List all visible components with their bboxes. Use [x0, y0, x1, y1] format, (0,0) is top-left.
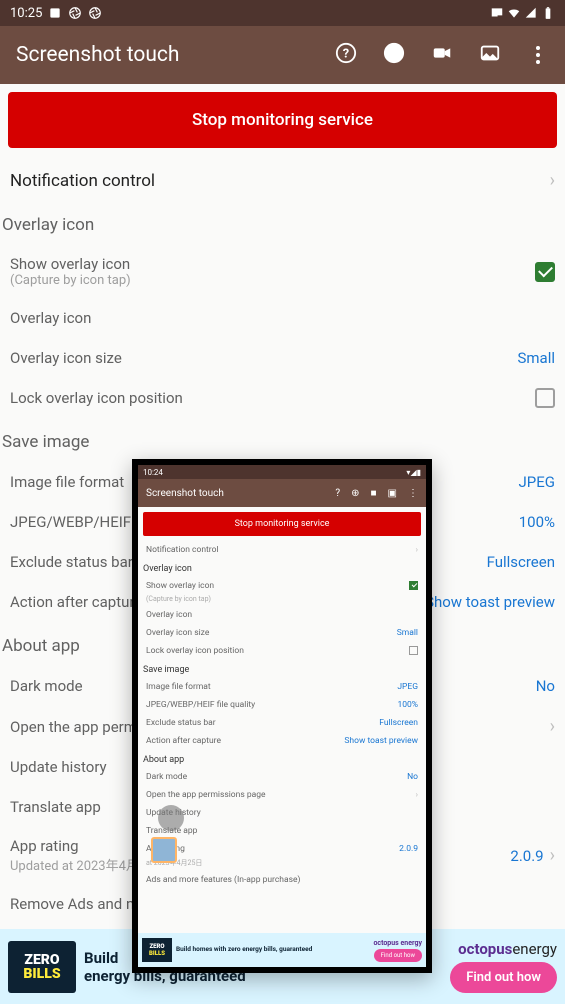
notification-control-label: Notification control — [10, 171, 155, 191]
chevron-right-icon: › — [550, 845, 555, 866]
signal-icon — [524, 6, 538, 20]
aperture-icon — [68, 6, 82, 20]
preview-touch-indicator — [158, 805, 184, 831]
exclude-status-value: Fullscreen — [487, 553, 555, 571]
rating-value: 2.0.9 — [510, 847, 543, 865]
preview-stop-button: Stop monitoring service — [143, 512, 421, 536]
app-title: Screenshot touch — [16, 43, 335, 67]
video-icon[interactable] — [431, 42, 453, 68]
preview-app-bar: Screenshot touch ?⊕■▣⋮ — [138, 479, 426, 507]
show-overlay-row[interactable]: Show overlay icon (Capture by icon tap) — [0, 245, 565, 298]
svg-text:?: ? — [343, 47, 349, 62]
dark-mode-value: No — [536, 677, 555, 695]
notification-control-row[interactable]: Notification control › — [0, 156, 565, 201]
lock-overlay-checkbox[interactable] — [535, 388, 555, 408]
globe-icon[interactable] — [383, 42, 405, 68]
overlay-section-header: Overlay icon — [0, 201, 565, 245]
wifi-icon — [507, 6, 521, 20]
lock-overlay-row[interactable]: Lock overlay icon position — [0, 378, 565, 418]
show-overlay-sub: (Capture by icon tap) — [10, 273, 535, 288]
overlay-icon-label: Overlay icon — [10, 309, 555, 327]
overlay-size-label: Overlay icon size — [10, 349, 517, 367]
more-icon[interactable] — [527, 44, 549, 66]
zero-bills-logo: ZEROBILLS — [8, 941, 76, 993]
stop-monitoring-button[interactable]: Stop monitoring service — [8, 92, 557, 148]
app-indicator-icon — [48, 6, 62, 20]
cast-icon — [490, 6, 504, 20]
image-icon[interactable] — [479, 42, 501, 68]
save-section-header: Save image — [0, 418, 565, 462]
aperture-icon-2 — [88, 6, 102, 20]
lock-overlay-label: Lock overlay icon position — [10, 389, 535, 407]
help-icon[interactable]: ? — [335, 42, 357, 68]
overlay-size-row[interactable]: Overlay icon size Small — [0, 338, 565, 378]
battery-icon — [541, 6, 555, 20]
action-after-value: Show toast preview — [425, 593, 555, 611]
show-overlay-checkbox[interactable] — [535, 262, 555, 282]
preview-status-bar: 10:24▾◢▮ — [138, 465, 426, 479]
quality-value: 100% — [519, 513, 555, 531]
preview-ad: ZEROBILLS Build homes with zero energy b… — [138, 933, 426, 967]
content: Stop monitoring service — [0, 84, 565, 156]
status-time: 10:25 — [10, 6, 42, 21]
ad-brand: octopusenergy — [458, 940, 557, 958]
app-bar: Screenshot touch ? — [0, 26, 565, 84]
overlay-size-value: Small — [517, 349, 555, 367]
image-format-value: JPEG — [519, 473, 555, 491]
overlay-icon-row[interactable]: Overlay icon — [0, 298, 565, 338]
show-overlay-label: Show overlay icon — [10, 255, 535, 273]
ad-cta-button[interactable]: Find out how — [450, 962, 557, 993]
chevron-right-icon: › — [550, 170, 555, 191]
chevron-right-icon: › — [550, 716, 555, 737]
status-bar: 10:25 — [0, 0, 565, 26]
screenshot-preview-overlay[interactable]: 10:24▾◢▮ Screenshot touch ?⊕■▣⋮ Stop mon… — [132, 459, 432, 973]
preview-thumbnail-icon — [151, 837, 177, 863]
